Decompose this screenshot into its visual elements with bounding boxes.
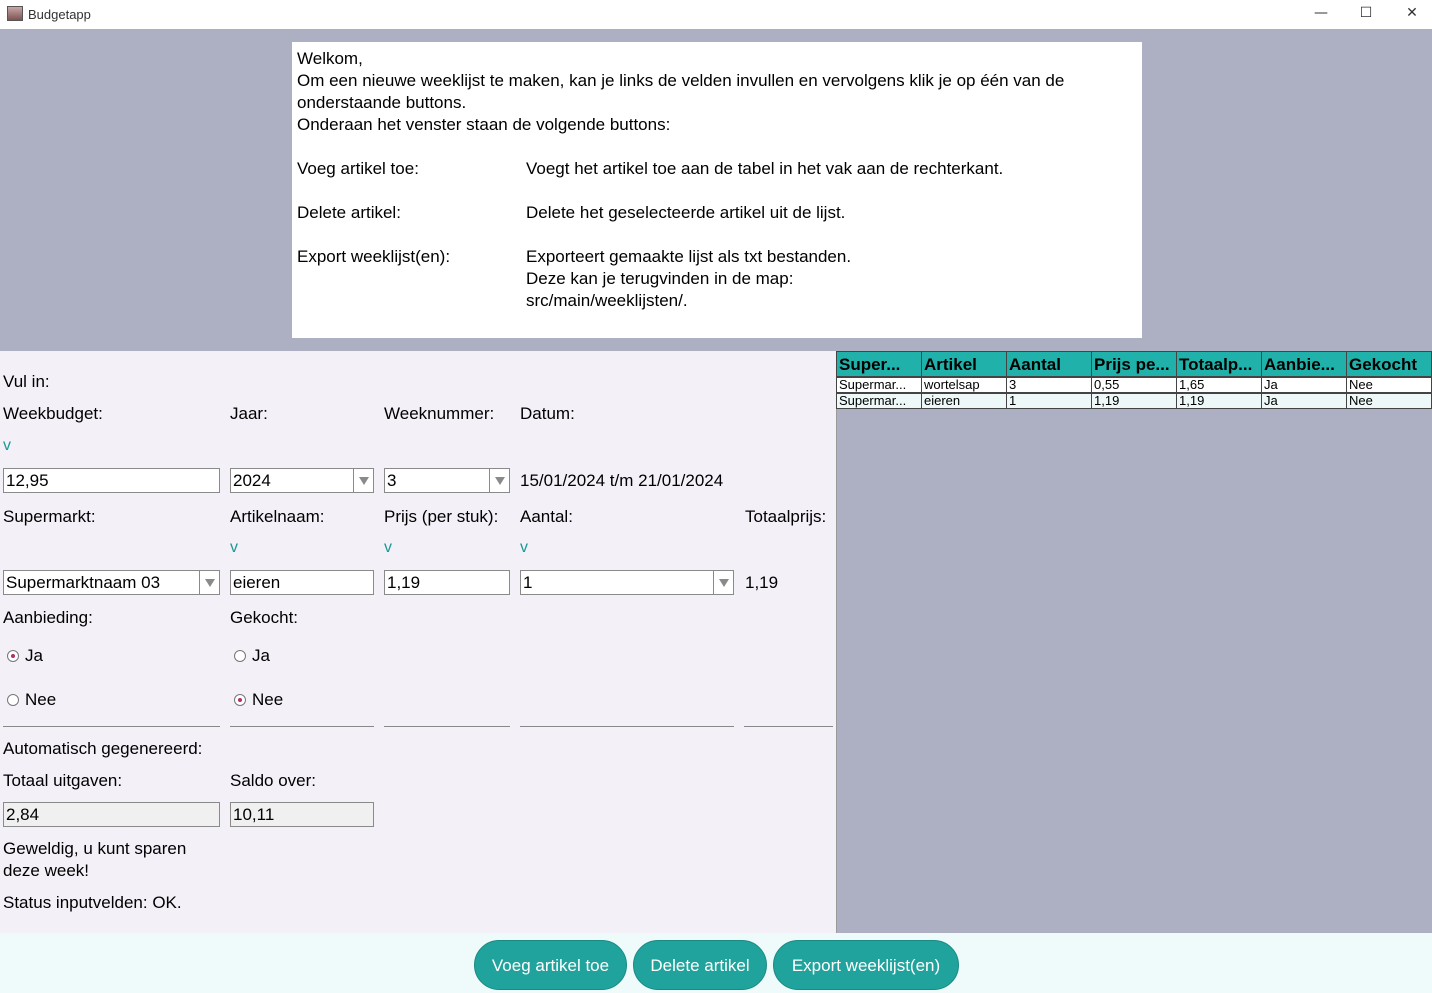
info-line: Onderaan het venster staan de volgende b… bbox=[297, 115, 671, 134]
aanbieding-nee-radio[interactable] bbox=[7, 694, 19, 706]
auto-label: Automatisch gegenereerd: bbox=[3, 739, 203, 758]
saving-message: deze week! bbox=[3, 861, 89, 880]
totaal-uitgaven-label: Totaal uitgaven: bbox=[3, 771, 123, 790]
table-cell[interactable]: 1,65 bbox=[1176, 377, 1262, 393]
info-key: Voeg artikel toe: bbox=[297, 159, 419, 178]
table-cell[interactable]: Ja bbox=[1261, 393, 1347, 409]
aantal-value: 1 bbox=[523, 573, 533, 592]
artikelnaam-input[interactable]: eieren bbox=[230, 570, 374, 595]
separator bbox=[230, 726, 374, 727]
maximize-button[interactable]: ☐ bbox=[1343, 0, 1389, 29]
info-value: Exporteert gemaakte lijst als txt bestan… bbox=[526, 247, 852, 266]
separator bbox=[384, 726, 510, 727]
dropdown-arrow-icon[interactable] bbox=[713, 571, 733, 594]
aanbieding-ja-label[interactable]: Ja bbox=[25, 646, 43, 666]
gekocht-label: Gekocht: bbox=[230, 608, 299, 627]
separator bbox=[520, 726, 734, 727]
separator bbox=[3, 726, 220, 727]
gekocht-ja-label[interactable]: Ja bbox=[252, 646, 270, 666]
info-line: Welkom, bbox=[297, 49, 363, 68]
minimize-button[interactable]: — bbox=[1298, 0, 1344, 29]
table-cell[interactable]: Nee bbox=[1346, 377, 1432, 393]
info-line: Om een nieuwe weeklijst te maken, kan je… bbox=[297, 71, 1065, 90]
prijs-label: Prijs (per stuk): bbox=[384, 507, 499, 526]
gekocht-nee-label[interactable]: Nee bbox=[252, 690, 283, 710]
column-header[interactable]: Aanbie... bbox=[1261, 351, 1347, 377]
jaar-select[interactable]: 2024 bbox=[230, 468, 374, 493]
totaalprijs-value: 1,19 bbox=[745, 573, 779, 592]
datum-label: Datum: bbox=[520, 404, 575, 423]
aantal-select[interactable]: 1 bbox=[520, 570, 734, 595]
info-box: Welkom, Om een nieuwe weeklijst te maken… bbox=[292, 42, 1142, 338]
dropdown-arrow-icon[interactable] bbox=[353, 469, 373, 492]
table-cell[interactable]: 1 bbox=[1006, 393, 1092, 409]
weeknummer-select[interactable]: 3 bbox=[384, 468, 510, 493]
gekocht-nee-radio[interactable] bbox=[234, 694, 246, 706]
saldo-label: Saldo over: bbox=[230, 771, 316, 790]
saldo-field: 10,11 bbox=[230, 802, 374, 827]
table-cell[interactable]: 3 bbox=[1006, 377, 1092, 393]
table-cell[interactable]: 1,19 bbox=[1176, 393, 1262, 409]
table-cell[interactable]: eieren bbox=[921, 393, 1007, 409]
supermarkt-label: Supermarkt: bbox=[3, 507, 96, 526]
export-weeklist-button[interactable]: Export weeklijst(en) bbox=[773, 940, 959, 990]
aanbieding-label: Aanbieding: bbox=[3, 608, 93, 627]
table-cell[interactable]: 0,55 bbox=[1091, 377, 1177, 393]
totaal-uitgaven-field: 2,84 bbox=[3, 802, 220, 827]
gekocht-ja-radio[interactable] bbox=[234, 650, 246, 662]
window-title: Budgetapp bbox=[28, 7, 91, 22]
title-bar: Budgetapp — ☐ ✕ bbox=[0, 0, 1432, 29]
table-panel bbox=[836, 351, 1432, 933]
weekbudget-label: Weekbudget: bbox=[3, 404, 103, 423]
weeknummer-value: 3 bbox=[387, 471, 397, 490]
column-header[interactable]: Prijs pe... bbox=[1091, 351, 1177, 377]
datum-value: 15/01/2024 t/m 21/01/2024 bbox=[520, 471, 724, 490]
aanbieding-nee-label[interactable]: Nee bbox=[25, 690, 56, 710]
delete-article-button[interactable]: Delete artikel bbox=[633, 940, 767, 990]
info-value: Delete het geselecteerde artikel uit de … bbox=[526, 203, 846, 222]
info-value: Voegt het artikel toe aan de tabel in he… bbox=[526, 159, 1004, 178]
info-key: Export weeklijst(en): bbox=[297, 247, 451, 266]
column-header[interactable]: Super... bbox=[836, 351, 922, 377]
column-header[interactable]: Artikel bbox=[921, 351, 1007, 377]
jaar-value: 2024 bbox=[233, 471, 271, 490]
aantal-label: Aantal: bbox=[520, 507, 573, 526]
app-icon bbox=[7, 6, 23, 21]
column-header[interactable]: Totaalp... bbox=[1176, 351, 1262, 377]
validation-marker: v bbox=[230, 539, 238, 556]
saving-message: Geweldig, u kunt sparen bbox=[3, 839, 187, 858]
vul-in-label: Vul in: bbox=[3, 372, 50, 391]
supermarkt-select[interactable]: Supermarktnaam 03 bbox=[3, 570, 220, 595]
validation-marker: v bbox=[3, 437, 11, 454]
jaar-label: Jaar: bbox=[230, 404, 268, 423]
info-panel: Welkom, Om een nieuwe weeklijst te maken… bbox=[0, 29, 1432, 351]
table-cell[interactable]: Ja bbox=[1261, 377, 1347, 393]
artikelnaam-label: Artikelnaam: bbox=[230, 507, 325, 526]
table-cell[interactable]: 1,19 bbox=[1091, 393, 1177, 409]
prijs-input[interactable]: 1,19 bbox=[384, 570, 510, 595]
add-article-button[interactable]: Voeg artikel toe bbox=[474, 940, 627, 990]
info-value: Deze kan je terugvinden in de map: bbox=[526, 269, 794, 288]
weekbudget-input[interactable]: 12,95 bbox=[3, 468, 220, 493]
dropdown-arrow-icon[interactable] bbox=[199, 571, 219, 594]
weeknummer-label: Weeknummer: bbox=[384, 404, 495, 423]
close-button[interactable]: ✕ bbox=[1389, 0, 1432, 29]
table-cell[interactable]: wortelsap bbox=[921, 377, 1007, 393]
info-key: Delete artikel: bbox=[297, 203, 401, 222]
info-line: onderstaande buttons. bbox=[297, 93, 467, 112]
table-cell[interactable]: Supermar... bbox=[836, 377, 922, 393]
table-cell[interactable]: Nee bbox=[1346, 393, 1432, 409]
validation-marker: v bbox=[520, 539, 528, 556]
aanbieding-ja-radio[interactable] bbox=[7, 650, 19, 662]
dropdown-arrow-icon[interactable] bbox=[489, 469, 509, 492]
column-header[interactable]: Aantal bbox=[1006, 351, 1092, 377]
info-value: src/main/weeklijsten/. bbox=[526, 291, 688, 310]
status-text: Status inputvelden: OK. bbox=[3, 893, 182, 912]
validation-marker: v bbox=[384, 539, 392, 556]
separator bbox=[744, 726, 833, 727]
totaalprijs-label: Totaalprijs: bbox=[745, 507, 827, 526]
column-header[interactable]: Gekocht bbox=[1346, 351, 1432, 377]
table-cell[interactable]: Supermar... bbox=[836, 393, 922, 409]
supermarkt-value: Supermarktnaam 03 bbox=[6, 573, 161, 592]
